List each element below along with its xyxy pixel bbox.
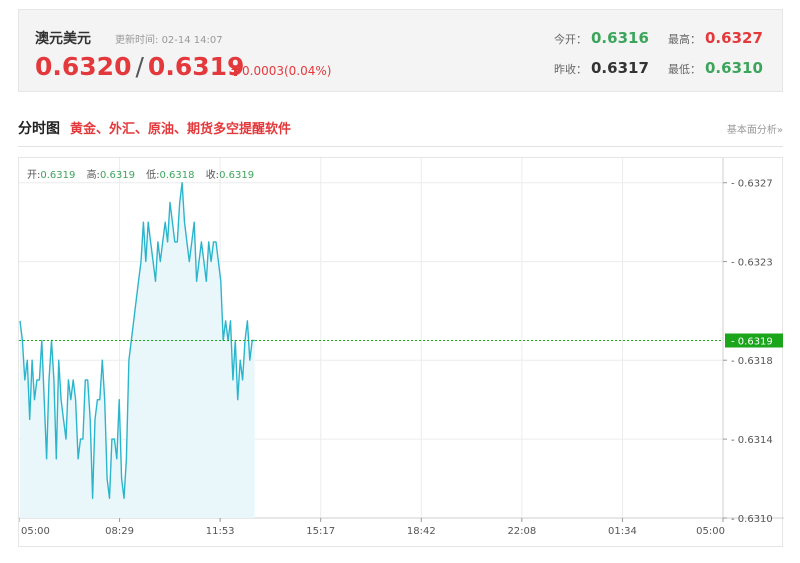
ohlc-low: 0.6318 bbox=[159, 170, 195, 181]
x-tick-label: 18:42 bbox=[407, 526, 436, 537]
y-tick-label: - 0.6323 bbox=[731, 258, 773, 269]
price-change-value: 0.0003(0.04%) bbox=[242, 64, 332, 78]
y-tick-label: - 0.6318 bbox=[731, 356, 773, 367]
price-area-fill bbox=[20, 182, 255, 518]
y-tick-label: - 0.6327 bbox=[731, 179, 773, 190]
chart-section-header: 分时图 黄金、外汇、原油、期货多空提醒软件 基本面分析» bbox=[18, 114, 783, 142]
x-tick-label: 05:00 bbox=[21, 526, 50, 537]
ohlc-readout: 开:0.6319 高:0.6319 低:0.6318 收:0.6319 bbox=[27, 166, 262, 181]
y-tick-label: - 0.6310 bbox=[731, 514, 773, 525]
update-time: 更新时间: 02-14 14:07 bbox=[115, 31, 223, 46]
high-value: 0.6327 bbox=[705, 29, 763, 47]
open-value: 0.6316 bbox=[591, 29, 649, 47]
x-tick-label: 05:00 bbox=[696, 526, 725, 537]
x-tick-label: 11:53 bbox=[206, 526, 235, 537]
ohlc-high-label: 高: bbox=[86, 170, 100, 181]
instrument-name: 澳元美元 bbox=[35, 31, 91, 47]
ohlc-close-label: 收: bbox=[205, 170, 220, 181]
high-stat: 最高： 0.6327 bbox=[668, 29, 763, 47]
x-tick-label: 22:08 bbox=[507, 526, 536, 537]
x-tick-label: 15:17 bbox=[306, 526, 335, 537]
price-change: 0.0003(0.04%) bbox=[231, 64, 331, 78]
ohlc-open: 0.6319 bbox=[40, 170, 76, 181]
ohlc-low-label: 低: bbox=[146, 170, 160, 181]
x-tick-label: 08:29 bbox=[105, 526, 134, 537]
open-stat: 今开： 0.6316 bbox=[554, 29, 649, 47]
update-time-value: 02-14 14:07 bbox=[161, 35, 223, 46]
arrow-up-icon bbox=[231, 65, 240, 76]
chart-canvas[interactable]: - 0.6327 - 0.6323 - 0.6318 - 0.6314 - 0.6310… bbox=[19, 158, 784, 548]
ohlc-open-label: 开: bbox=[27, 170, 41, 181]
prev-close-stat: 昨收： 0.6317 bbox=[554, 59, 649, 77]
quote-panel: 澳元美元 更新时间: 02-14 14:07 0.6320/0.6319 0.0… bbox=[18, 9, 783, 92]
open-label: 今开： bbox=[554, 33, 587, 46]
tab-intraday[interactable]: 分时图 bbox=[18, 118, 60, 138]
prev-close-value: 0.6317 bbox=[591, 59, 649, 77]
update-time-label: 更新时间: bbox=[115, 35, 159, 46]
promo-link[interactable]: 黄金、外汇、原油、期货多空提醒软件 bbox=[70, 118, 291, 137]
intraday-chart[interactable]: - 0.6327 - 0.6323 - 0.6318 - 0.6314 - 0.6310… bbox=[18, 157, 784, 548]
ohlc-close: 0.6319 bbox=[219, 170, 255, 181]
low-stat: 最低： 0.6310 bbox=[668, 59, 763, 77]
price-separator: / bbox=[135, 52, 144, 81]
bid-price: 0.6320 bbox=[35, 52, 132, 81]
high-label: 最高： bbox=[668, 33, 701, 46]
low-value: 0.6310 bbox=[705, 59, 763, 77]
ask-price: 0.6319 bbox=[147, 52, 245, 81]
section-divider bbox=[18, 146, 783, 147]
current-price-label: - 0.6319 bbox=[731, 337, 773, 348]
low-label: 最低： bbox=[668, 63, 701, 76]
fundamental-analysis-link[interactable]: 基本面分析» bbox=[727, 121, 783, 136]
prev-close-label: 昨收： bbox=[554, 63, 587, 76]
price-display: 0.6320/0.6319 bbox=[35, 52, 244, 81]
x-tick-label: 01:34 bbox=[608, 526, 637, 537]
ohlc-high: 0.6319 bbox=[99, 170, 135, 181]
y-tick-label: - 0.6314 bbox=[731, 435, 773, 446]
